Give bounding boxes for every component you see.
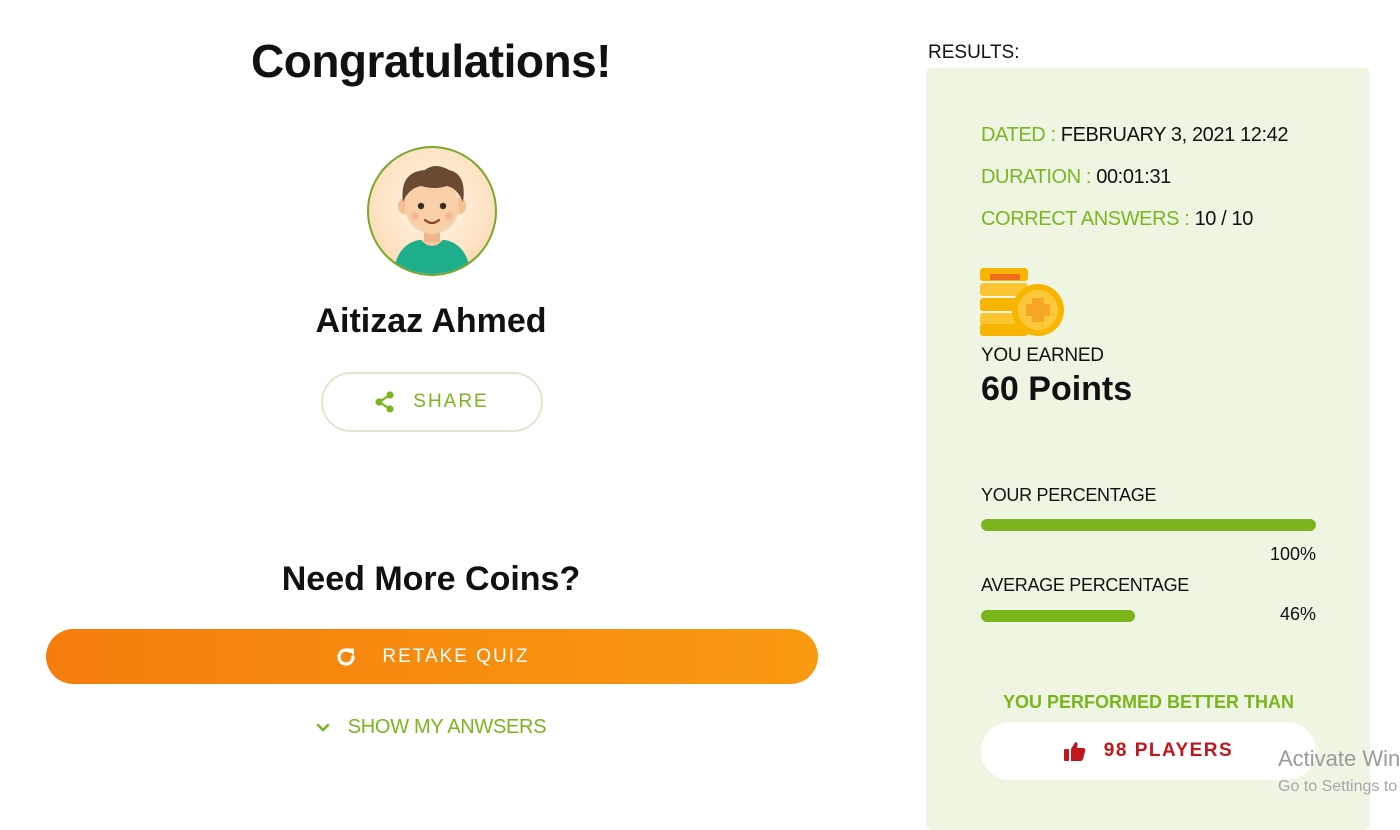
user-name: Aitizaz Ahmed (315, 302, 547, 340)
average-percentage-fill (981, 610, 1136, 622)
correct-answers-value: 10 / 10 (1194, 208, 1254, 230)
dated-row: DATED : FEBRUARY 3, 2021 12:42 (981, 124, 1288, 147)
earned-label: YOU EARNED (981, 345, 1104, 366)
thumbs-up-icon (1063, 742, 1086, 761)
coins-icon (980, 268, 1064, 336)
your-percentage-label: YOUR PERCENTAGE (981, 485, 1157, 505)
retake-quiz-label: RETAKE QUIZ (382, 645, 530, 667)
average-percentage-value: 46% (1279, 604, 1316, 624)
your-percentage-bar (981, 519, 1316, 531)
quiz-results-page: Congratulations! Aitizaz Ahmed SHARE Nee… (0, 0, 1400, 830)
earned-points: 60 Points (981, 370, 1133, 408)
boy-avatar-icon (393, 166, 471, 274)
average-percentage-bar (981, 610, 1316, 622)
dated-value: FEBRUARY 3, 2021 12:42 (1060, 124, 1289, 146)
correct-answers-key: CORRECT ANSWERS : (981, 208, 1195, 230)
chevron-down-icon (316, 723, 330, 731)
performed-better-label: YOU PERFORMED BETTER THAN (1002, 692, 1294, 712)
dated-key: DATED : (981, 124, 1061, 146)
activation-watermark-subtitle: Go to Settings to (1278, 778, 1398, 795)
share-button[interactable]: SHARE (321, 372, 543, 432)
your-percentage-fill (981, 519, 1316, 531)
share-icon (375, 391, 394, 413)
need-more-coins-heading: Need More Coins? (281, 560, 581, 598)
avatar (367, 146, 497, 276)
results-caption: RESULTS: (928, 42, 1020, 63)
duration-row: DURATION : 00:01:31 (981, 166, 1171, 189)
your-percentage-value: 100% (1269, 544, 1316, 564)
players-badge[interactable]: 98 PLAYERS (981, 722, 1316, 780)
show-answers-toggle[interactable]: SHOW MY ANWSERS (0, 716, 862, 739)
share-label: SHARE (413, 391, 489, 412)
activation-watermark-title: Activate Win (1278, 746, 1400, 771)
players-label: 98 PLAYERS (1103, 740, 1234, 761)
refresh-icon (337, 647, 355, 666)
results-panel: DATED : FEBRUARY 3, 2021 12:42 DURATION … (926, 68, 1370, 830)
duration-key: DURATION : (981, 166, 1097, 188)
correct-answers-row: CORRECT ANSWERS : 10 / 10 (981, 208, 1253, 231)
show-answers-label: SHOW MY ANWSERS (347, 716, 547, 738)
page-title: Congratulations! (251, 35, 611, 87)
duration-value: 00:01:31 (1096, 166, 1171, 188)
average-percentage-label: AVERAGE PERCENTAGE (981, 575, 1189, 595)
retake-quiz-button[interactable]: RETAKE QUIZ (46, 629, 818, 684)
